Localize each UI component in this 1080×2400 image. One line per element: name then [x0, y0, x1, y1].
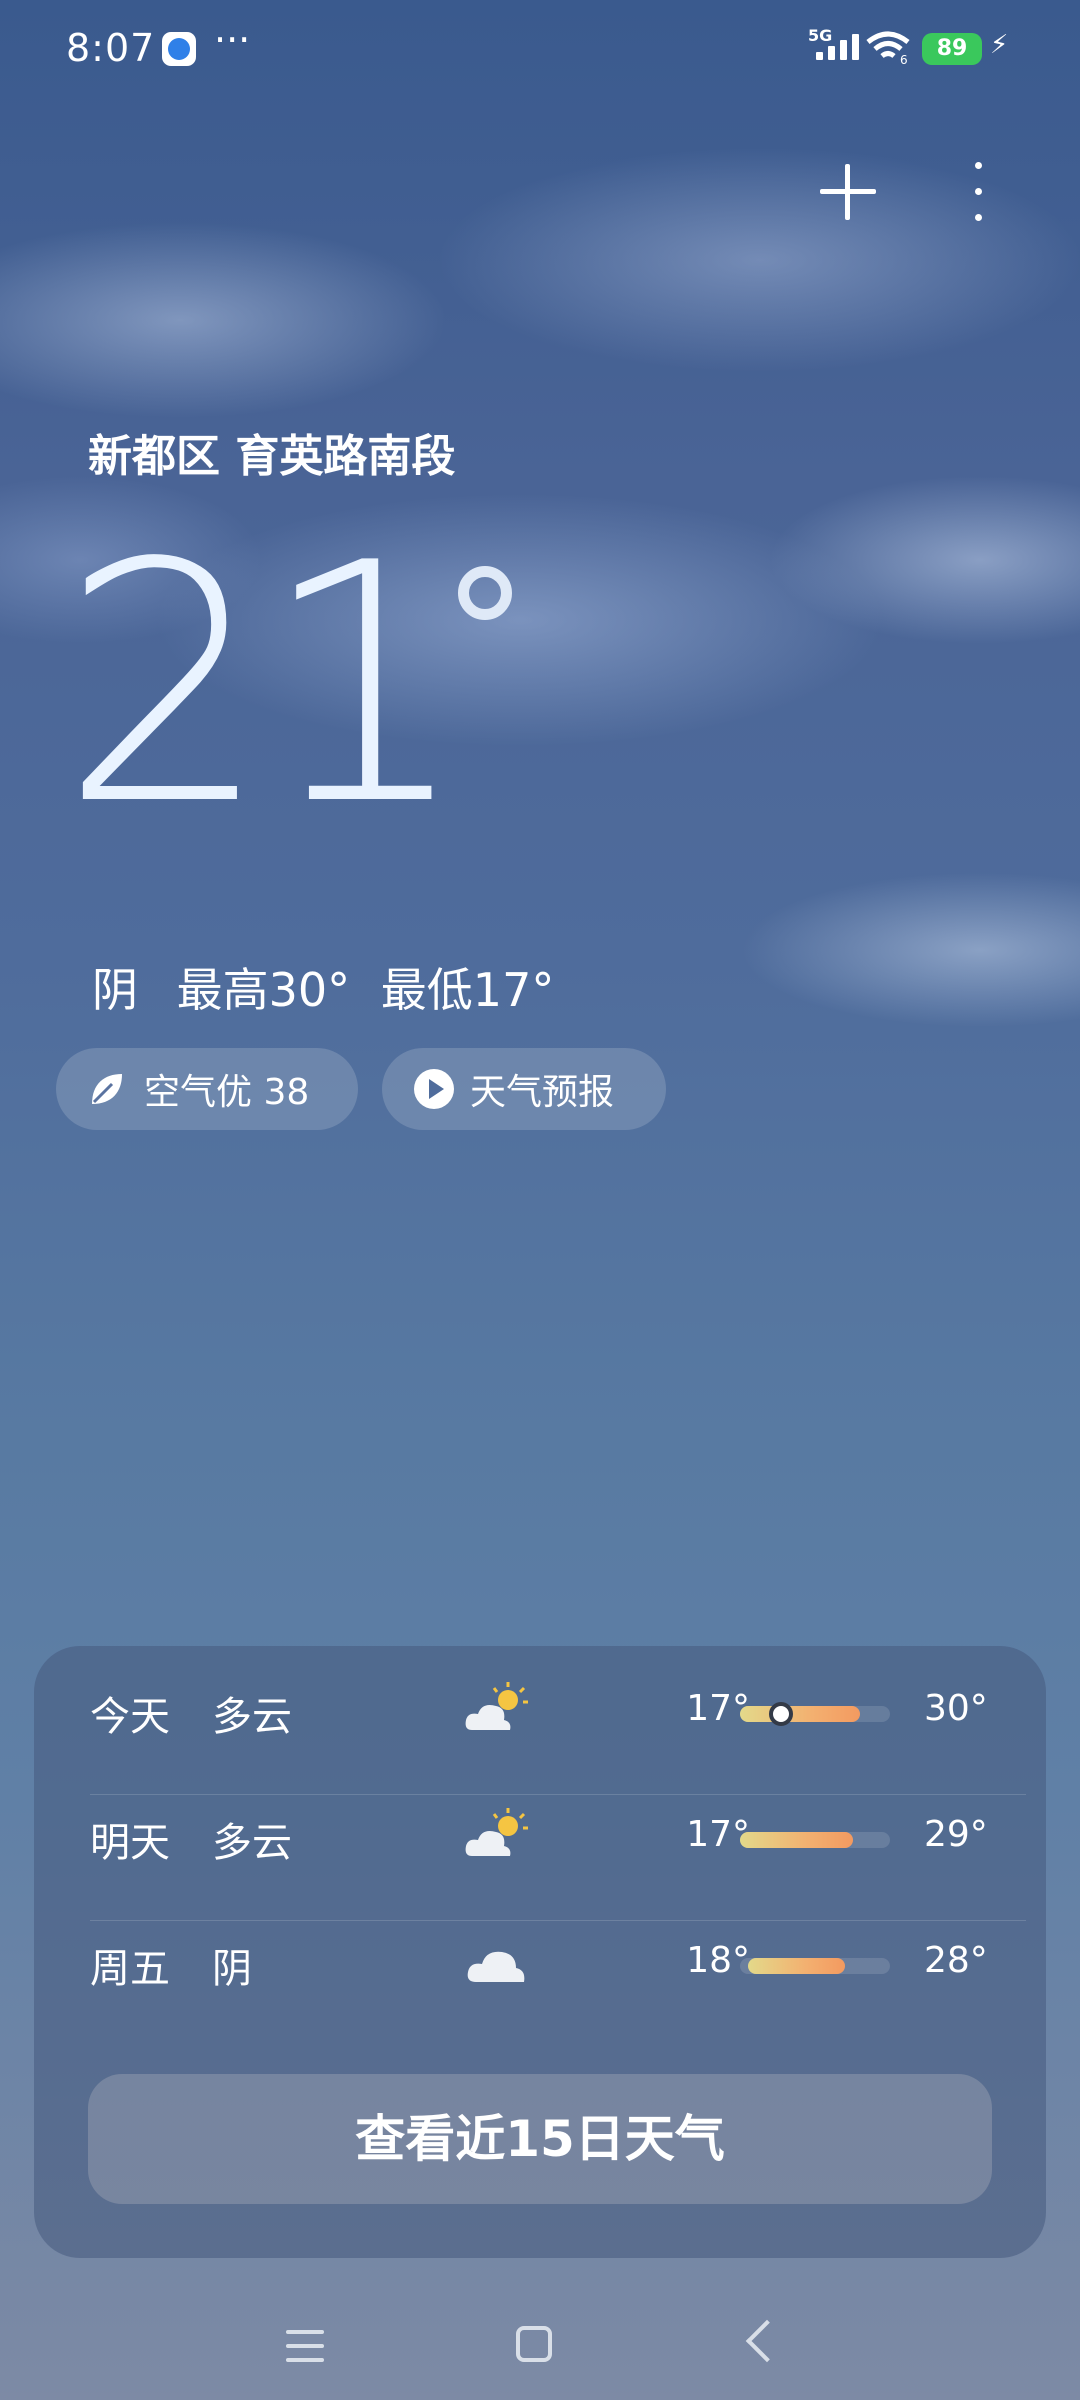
- today-summary: 阴 最高30° 最低17°: [92, 954, 578, 1020]
- current-condition: 阴: [92, 963, 138, 1017]
- forecast-row-today[interactable]: 今天 多云 17° 30°: [34, 1646, 1046, 1772]
- temp-range-fill: [740, 1706, 860, 1722]
- temp-range-fill: [740, 1832, 853, 1848]
- leaf-icon: [92, 1074, 122, 1104]
- add-city-button[interactable]: [816, 160, 880, 224]
- degree-icon: [458, 566, 512, 620]
- forecast-high: 30°: [924, 1688, 988, 1729]
- back-icon[interactable]: [745, 2319, 789, 2363]
- forecast-low: 17°: [686, 1814, 750, 1855]
- weather-forecast-label: 天气预报: [470, 1072, 615, 1113]
- today-high: 最高30°: [176, 963, 351, 1017]
- signal-icon: [816, 34, 859, 60]
- forecast-condition: 多云: [212, 1820, 292, 1866]
- forecast-row-friday[interactable]: 周五 阴 18° 28°: [34, 1898, 1046, 2024]
- forecast-card: 今天 多云 17° 30° 明天 多云 17° 29° 周五 阴 18° 28°…: [34, 1646, 1046, 2258]
- forecast-day: 明天: [90, 1820, 170, 1866]
- today-low: 最低17°: [380, 963, 555, 1017]
- forecast-low: 17°: [686, 1688, 750, 1729]
- forecast-condition: 多云: [212, 1694, 292, 1740]
- more-options-button[interactable]: [958, 156, 998, 228]
- charging-icon: ⚡: [990, 30, 1009, 60]
- temp-range-bar: [740, 1702, 890, 1726]
- wifi-tag: 6: [900, 53, 908, 64]
- view-15-day-button[interactable]: 查看近15日天气: [88, 2074, 992, 2204]
- air-quality-label: 空气优 38: [144, 1072, 310, 1113]
- cloudy-icon: [467, 1951, 525, 1982]
- forecast-high: 28°: [924, 1940, 988, 1981]
- current-temperature: 21: [60, 493, 470, 877]
- forecast-condition: 阴: [212, 1946, 252, 1992]
- partly-cloudy-icon: [465, 1808, 528, 1856]
- forecast-day: 周五: [90, 1946, 170, 1992]
- partly-cloudy-icon: [465, 1682, 528, 1730]
- status-bar: 8:07 ··· 5G 6 89 ⚡: [0, 0, 1080, 96]
- navigation-bar: [0, 2290, 1080, 2400]
- menu-icon[interactable]: [286, 2330, 324, 2362]
- current-temp-marker: [768, 1702, 793, 1726]
- status-more: ···: [214, 18, 251, 62]
- forecast-day: 今天: [90, 1694, 170, 1740]
- weather-forecast-chip[interactable]: 天气预报: [382, 1048, 666, 1130]
- app-notification-icon: [162, 32, 196, 66]
- forecast-row-tomorrow[interactable]: 明天 多云 17° 29°: [34, 1772, 1046, 1898]
- air-quality-chip[interactable]: 空气优 38: [56, 1048, 358, 1130]
- temp-range-bar: [740, 1958, 890, 1974]
- status-time: 8:07: [66, 26, 156, 70]
- forecast-high: 29°: [924, 1814, 988, 1855]
- forecast-low: 18°: [686, 1940, 750, 1981]
- temp-range-fill: [747, 1958, 845, 1974]
- play-icon: [414, 1069, 454, 1109]
- battery-indicator: 89: [922, 33, 982, 65]
- location-label: 新都区 育英路南段: [88, 431, 456, 482]
- home-icon[interactable]: [516, 2326, 552, 2362]
- temp-range-bar: [740, 1832, 890, 1848]
- wifi-icon: 6: [866, 31, 910, 64]
